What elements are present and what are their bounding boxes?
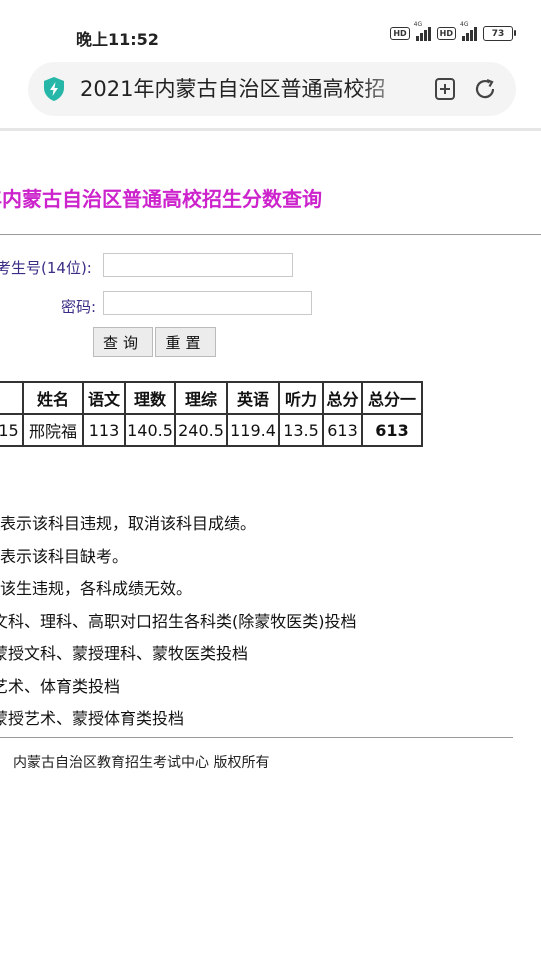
header-cell <box>0 381 24 415</box>
note-line: 蒙授艺术、蒙授体育类投档 <box>0 709 185 728</box>
header-cell: 听力 <box>278 381 324 415</box>
exam-id-input[interactable] <box>103 253 293 277</box>
header-cell: 姓名 <box>22 381 84 415</box>
hd-badge-2: HD <box>436 27 456 40</box>
table-cell: 140.5 <box>124 413 176 447</box>
status-bar: 晚上11:52 HD 4G HD 4G 73 <box>0 0 541 60</box>
header-cell: 英语 <box>226 381 280 415</box>
network-type-2: 4G <box>460 20 469 28</box>
note-line: 表示该科目缺考。 <box>0 546 129 566</box>
table-cell: 15 <box>0 413 24 447</box>
password-label: 密码: <box>61 298 97 316</box>
battery-level: 73 <box>491 28 505 39</box>
address-bar[interactable]: 2021年内蒙古自治区普通高校招 <box>28 62 516 116</box>
notes-list: 表示该科目违规，取消该科目成绩。 表示该科目缺考。 该生违规，各科成绩无效。 文… <box>0 508 357 736</box>
bookmark-add-icon[interactable] <box>432 76 458 102</box>
table-cell: 119.4 <box>226 413 280 447</box>
note-line: 艺术、体育类投档 <box>0 676 121 696</box>
refresh-icon[interactable] <box>472 76 498 102</box>
note-line: 该生违规，各科成绩无效。 <box>0 579 193 598</box>
network-type-1: 4G <box>413 20 423 28</box>
page-title: 年内蒙古自治区普通高校招生分数查询 <box>0 187 322 211</box>
url-fade <box>358 72 418 106</box>
header-cell: 总分一 <box>361 381 423 415</box>
shield-icon <box>44 77 64 101</box>
page-top-border <box>0 128 541 131</box>
header-cell: 总分 <box>322 381 363 415</box>
note-line: 文科、理科、高职对口招生各科类(除蒙牧医类)投档 <box>0 611 357 631</box>
status-icons: HD 4G HD 4G 73 <box>390 21 516 41</box>
table-row: 15 邢院福 113 140.5 240.5 119.4 13.5 613 61… <box>0 413 423 447</box>
password-input[interactable] <box>103 291 312 315</box>
table-cell: 邢院福 <box>22 413 84 447</box>
divider-top <box>0 234 541 235</box>
signal-icon-1: 4G <box>414 21 431 41</box>
status-time: 晚上11:52 <box>76 30 159 49</box>
score-table: 姓名 语文 理数 理综 英语 听力 总分 总分一 15 邢院福 113 140.… <box>0 381 423 447</box>
query-button[interactable]: 查询 <box>93 327 153 357</box>
hd-badge-1: HD <box>390 27 410 40</box>
signal-icon-2: 4G <box>460 21 477 41</box>
header-cell: 语文 <box>82 381 126 415</box>
table-header-row: 姓名 语文 理数 理综 英语 听力 总分 总分一 <box>0 381 423 415</box>
table-cell: 613 <box>322 413 363 447</box>
note-line: 表示该科目违规，取消该科目成绩。 <box>0 514 257 533</box>
header-cell: 理数 <box>124 381 176 415</box>
table-cell-total: 613 <box>361 413 423 447</box>
battery-icon: 73 <box>483 26 516 41</box>
table-cell: 113 <box>82 413 126 447</box>
reset-button[interactable]: 重置 <box>155 327 216 357</box>
divider-bottom <box>0 737 513 738</box>
note-line: 蒙授文科、蒙授理科、蒙牧医类投档 <box>0 644 249 663</box>
exam-id-label: 考生号(14位): <box>0 259 92 277</box>
header-cell: 理综 <box>174 381 228 415</box>
copyright-footer: 内蒙古自治区教育招生考试中心 版权所有 <box>13 755 270 771</box>
table-cell: 13.5 <box>278 413 324 447</box>
table-cell: 240.5 <box>174 413 228 447</box>
